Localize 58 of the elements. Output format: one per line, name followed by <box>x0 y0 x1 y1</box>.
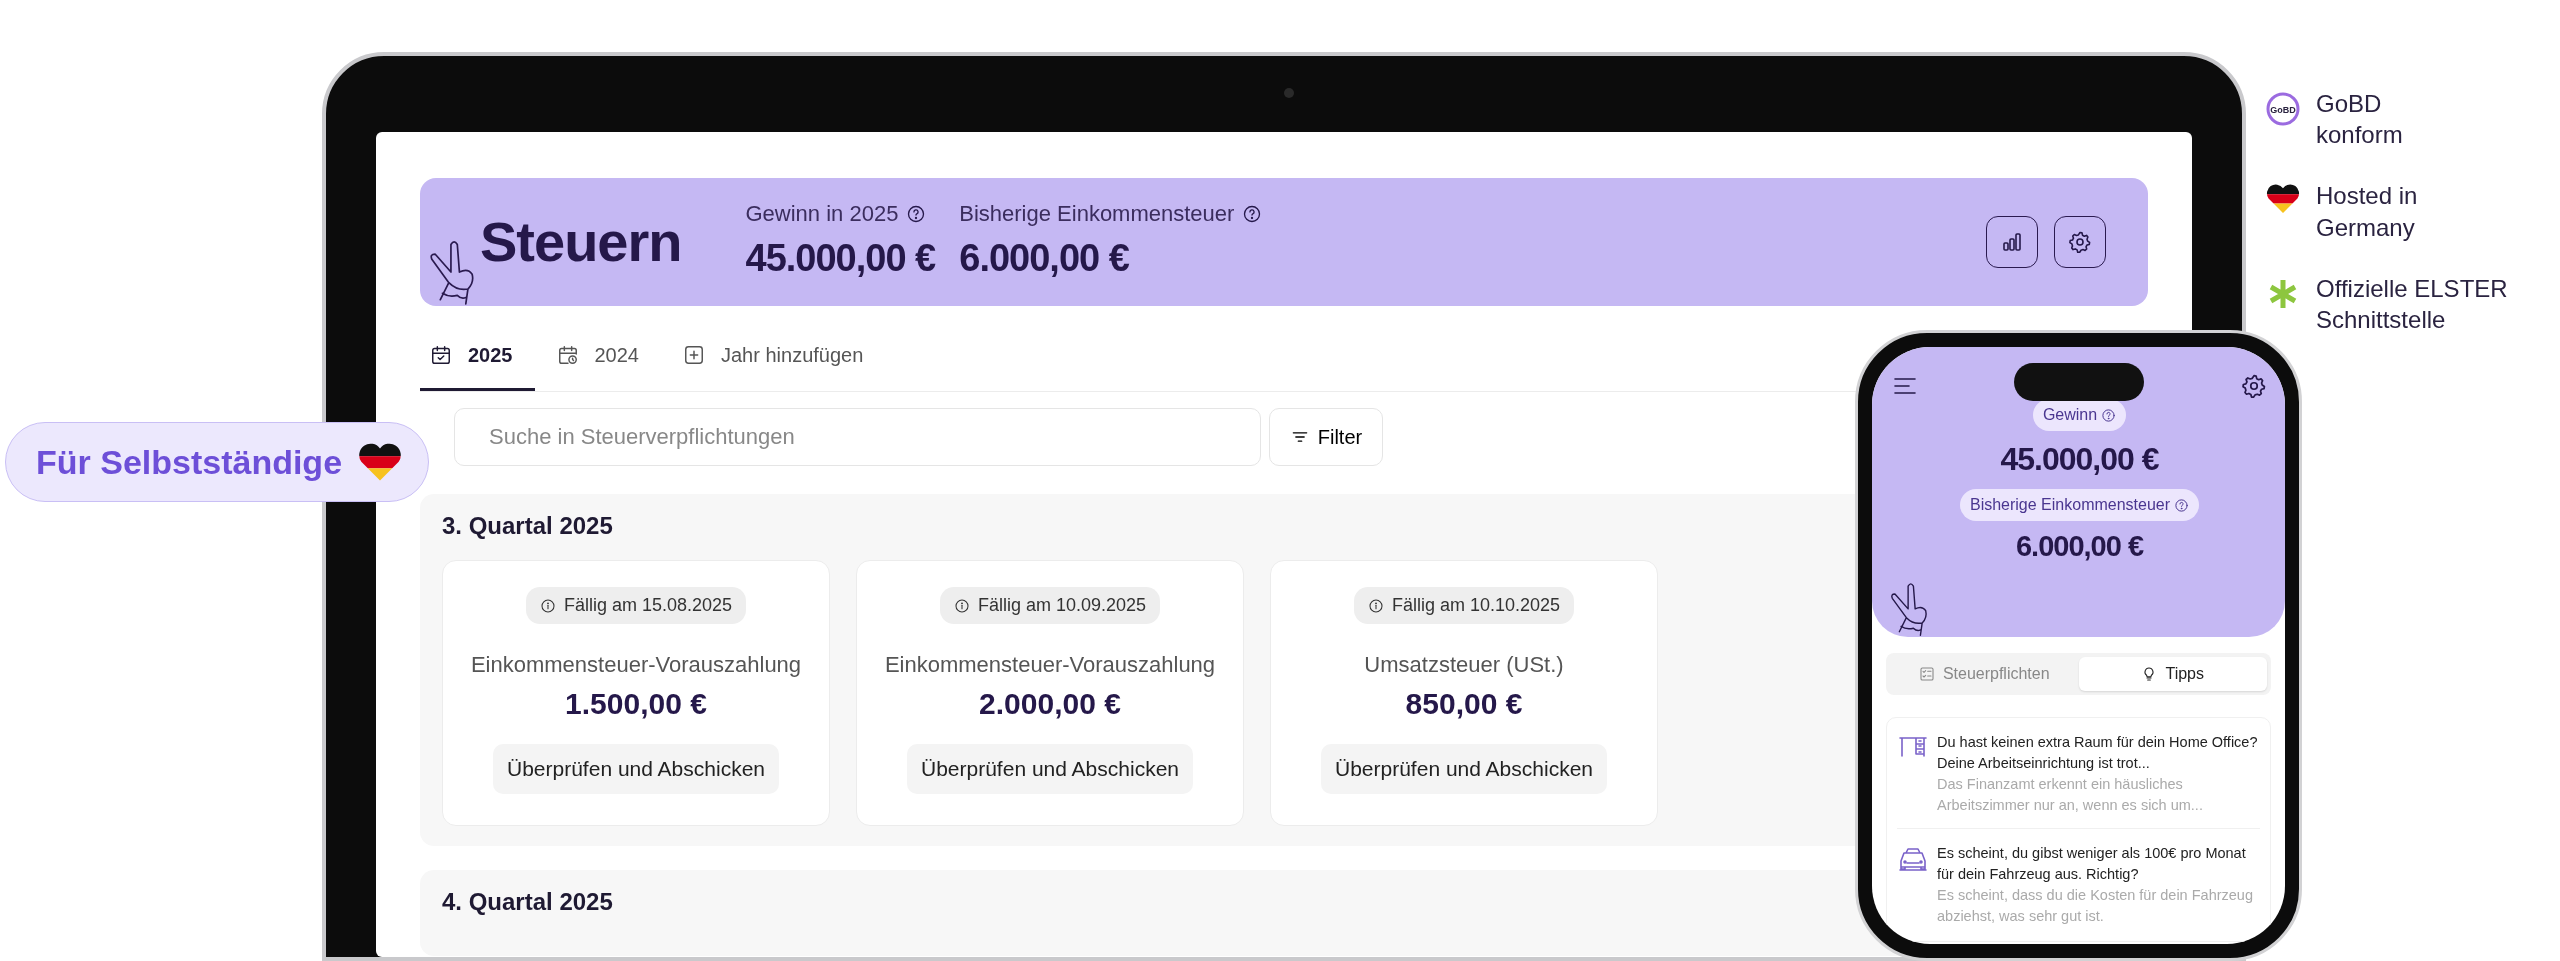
phone-tab[interactable]: Tipps <box>2078 657 2267 691</box>
stat-label: Gewinn in 2025 <box>745 200 899 228</box>
feature-label: Offizielle ELSTER Schnittstelle <box>2316 273 2508 335</box>
calendar-clock-icon <box>556 344 579 366</box>
review-submit-button[interactable]: Überprüfen und Abschicken <box>1321 744 1607 794</box>
tip-text: Das Finanzamt erkennt ein häusliches Arbeitszimmer nur an, wenn es sich um... <box>1937 775 2204 816</box>
settings-icon[interactable] <box>2241 373 2267 399</box>
german-flag-heart-icon <box>358 443 403 481</box>
stat-value: 45.000,00 € <box>745 236 936 281</box>
tip-text: Es scheint, dass du die Kosten für dein Fahrzeug abziehst, was sehr gut ist. <box>1937 886 2254 927</box>
menu-icon[interactable] <box>1892 375 1918 397</box>
tip-title: Es scheint, du gibst weniger als 100€ pro Monat für dein Fahrzeug aus. Richtig? <box>1937 844 2247 885</box>
review-submit-button[interactable]: Überprüfen und Abschicken <box>907 744 1193 794</box>
settings-button[interactable] <box>2054 216 2106 268</box>
year-tab[interactable]: 2025 <box>420 322 535 391</box>
quarter-title: 4. Quartal 2025 <box>442 887 613 917</box>
tax-name: Einkommensteuer-Vorauszahlung <box>884 651 1216 679</box>
stat-value: 6.000,00 € <box>959 236 1130 281</box>
gobd-seal-icon: GoBD <box>2266 92 2300 126</box>
help-icon[interactable] <box>906 203 927 224</box>
settings-icon <box>2068 230 2092 254</box>
calendar-check-icon <box>430 344 452 366</box>
tax-name: Umsatzsteuer (USt.) <box>1364 651 1564 679</box>
help-icon[interactable] <box>1242 203 1263 224</box>
tax-name: Einkommensteuer-Vorauszahlung <box>470 651 802 679</box>
quarter-title: 3. Quartal 2025 <box>442 511 613 541</box>
tip-title: Du hast keinen extra Raum für dein Home Office? Deine Arbeitseinrichtung ist trot... <box>1937 733 2259 773</box>
info-icon <box>539 597 556 614</box>
camera-dot <box>1284 88 1294 98</box>
year-tab[interactable]: 2024 <box>534 322 661 391</box>
badge-label: Für Selbstständige <box>36 441 343 483</box>
stat-value: 45.000,00 € <box>2000 440 2159 479</box>
due-date-text: Fällig am 10.09.2025 <box>977 594 1147 617</box>
due-date-text: Fällig am 15.08.2025 <box>563 594 733 617</box>
review-submit-button[interactable]: Überprüfen und Abschicken <box>493 744 779 794</box>
stat-label: Gewinn <box>2042 405 2098 425</box>
plus-square-icon <box>683 344 705 366</box>
bar-chart-icon <box>2000 230 2024 254</box>
search-field[interactable]: Suche in Steuerverpflichtungen <box>454 408 1261 466</box>
stat-label: Bisherige Einkommensteuer <box>959 200 1235 228</box>
info-icon <box>1367 597 1384 614</box>
stat-label: Bisherige Einkommensteuer <box>1969 495 2171 515</box>
checklist-icon <box>1918 666 1935 682</box>
tax-amount: 1.500,00 € <box>565 686 707 722</box>
tax-amount: 2.000,00 € <box>979 686 1121 722</box>
stat-value: 6.000,00 € <box>2015 529 2144 564</box>
due-date-text: Fällig am 10.10.2025 <box>1391 594 1561 617</box>
german-flag-heart-icon <box>2266 184 2300 214</box>
filter-button[interactable]: Filter <box>1269 408 1383 466</box>
feature-label: Hosted in Germany <box>2316 181 2418 243</box>
tax-amount: 850,00 € <box>1405 686 1523 722</box>
page-title: Steuern <box>480 209 682 275</box>
help-icon <box>2101 407 2117 423</box>
help-icon <box>2174 497 2190 513</box>
year-tab[interactable]: Jahr hinzufügen <box>661 322 886 391</box>
chart-button[interactable] <box>1986 216 2038 268</box>
feature-label: GoBD konform <box>2316 89 2403 151</box>
info-icon <box>953 597 970 614</box>
